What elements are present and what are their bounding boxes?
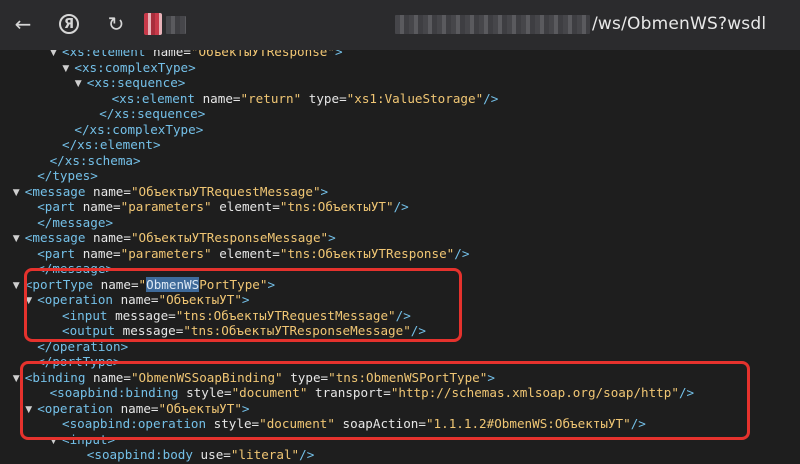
xml-line: </types>	[37, 168, 98, 184]
collapse-triangle-icon[interactable]: ▼	[50, 50, 62, 62]
xml-line: </message>	[37, 215, 113, 231]
xml-tag-end: >	[133, 152, 141, 168]
xml-attr-value: "ОбъектыУТRequestMessage"	[130, 183, 321, 199]
xml-tag: <soapbind:body	[86, 447, 193, 462]
xml-tag-end: >	[188, 59, 196, 75]
xml-tag: <xs:sequence	[86, 75, 178, 90]
browser-toolbar: ← Я ↻ /ws/ObmenWS?wsdl	[0, 0, 800, 50]
xml-attr-name: name=	[145, 50, 191, 59]
xml-attr-value: "parameters"	[120, 199, 212, 214]
xml-tag: <xs:element	[62, 50, 146, 59]
xml-line: <part name="parameters" element="tns:Объ…	[37, 199, 409, 215]
xml-tag-end: />	[393, 199, 409, 214]
xml-line: <part name="parameters" element="tns:Объ…	[37, 246, 469, 262]
site-favicon-icon	[144, 13, 162, 35]
reload-icon[interactable]: ↻	[101, 9, 131, 39]
xml-tag-end: >	[334, 50, 343, 59]
xml-attr-name: name=	[195, 90, 241, 106]
xml-tag: </message	[37, 214, 106, 230]
xml-line: </xs:sequence>	[99, 106, 205, 122]
xml-attr-value: "parameters"	[120, 245, 212, 261]
address-bar-path[interactable]: /ws/ObmenWS?wsdl	[592, 14, 766, 34]
xml-tag-end: >	[90, 168, 98, 183]
xml-attr-name: type=	[301, 90, 347, 106]
xml-attr-value: "tns:ОбъектыУТ"	[279, 199, 394, 214]
xml-tag: <xs:complexType	[74, 59, 189, 75]
xml-line: <soapbind:body use="literal"/>	[87, 447, 315, 463]
yandex-logo-icon: Я	[59, 14, 79, 34]
redacted-domain-part	[166, 16, 186, 34]
xml-attr-value: "return"	[240, 90, 302, 106]
xml-line: </xs:element>	[62, 137, 161, 153]
xml-line: ▼ <message name="ОбъектыУТRequestMessage"…	[13, 184, 328, 200]
xml-tag: </xs:element	[62, 137, 153, 152]
xml-tag-end: />	[483, 90, 499, 106]
xml-tag-end: >	[153, 137, 161, 152]
back-arrow-icon[interactable]: ←	[8, 9, 38, 39]
xml-attr-value: "tns:ОбъектыУТResponse"	[279, 245, 455, 261]
xml-tag-end: >	[195, 121, 204, 137]
xml-attr-name: name=	[85, 230, 131, 245]
yandex-button[interactable]: Я	[54, 9, 84, 39]
xml-tag: </xs:sequence	[99, 106, 198, 121]
xml-line: <xs:element name="return" type="xs1:Valu…	[112, 91, 499, 107]
xml-attr-name: element=	[211, 245, 280, 261]
xml-tag: </xs:schema	[49, 152, 133, 168]
collapse-triangle-icon[interactable]: ▼	[62, 62, 74, 78]
xml-attr-value: "literal"	[230, 447, 300, 462]
xml-tag-end: >	[197, 106, 206, 121]
highlight-box-binding	[20, 361, 750, 440]
xml-line: </xs:complexType>	[74, 122, 203, 138]
xml-tag: <part	[37, 245, 76, 261]
xml-tag: </xs:complexType	[74, 121, 196, 137]
xml-tag-end: >	[105, 214, 114, 230]
xml-attr-name: name=	[85, 183, 131, 199]
xml-attr-value: "ОбъектыУТResponse"	[190, 50, 335, 59]
xml-tag: <message	[24, 230, 86, 245]
xml-line: ▼ <xs:complexType>	[62, 60, 195, 76]
xml-line: ▼ <xs:sequence>	[75, 75, 186, 91]
xml-tag: </types	[37, 168, 91, 183]
highlight-box-porttype	[24, 268, 462, 342]
xml-tag-end: />	[299, 447, 315, 462]
xml-tag-end: />	[454, 245, 470, 261]
xml-tag: <message	[24, 183, 86, 199]
xml-tag-end: >	[320, 183, 329, 199]
xml-attr-name: use=	[192, 447, 231, 462]
collapse-triangle-icon[interactable]: ▼	[75, 77, 87, 93]
xml-tag-end: >	[328, 230, 336, 245]
xml-tag: <xs:element	[111, 90, 195, 106]
xml-attr-value: "ОбъектыУТResponseMessage"	[130, 230, 329, 245]
collapse-triangle-icon[interactable]: ▼	[13, 232, 25, 248]
xml-attr-name: element=	[211, 199, 280, 214]
xml-attr-name: name=	[75, 199, 121, 214]
xml-line: </xs:schema>	[50, 153, 141, 169]
xml-line: ▼ <message name="ОбъектыУТResponseMessage…	[13, 230, 336, 246]
xml-tag: <part	[37, 199, 76, 214]
xml-line: ▼ <xs:element name="ОбъектыУТResponse">	[50, 50, 343, 60]
xml-attr-value: "xs1:ValueStorage"	[346, 90, 484, 106]
redacted-host	[395, 15, 590, 34]
collapse-triangle-icon[interactable]: ▼	[13, 279, 25, 295]
xml-attr-name: name=	[75, 245, 121, 261]
collapse-triangle-icon[interactable]: ▼	[13, 186, 25, 202]
xml-tag-end: >	[177, 75, 186, 90]
